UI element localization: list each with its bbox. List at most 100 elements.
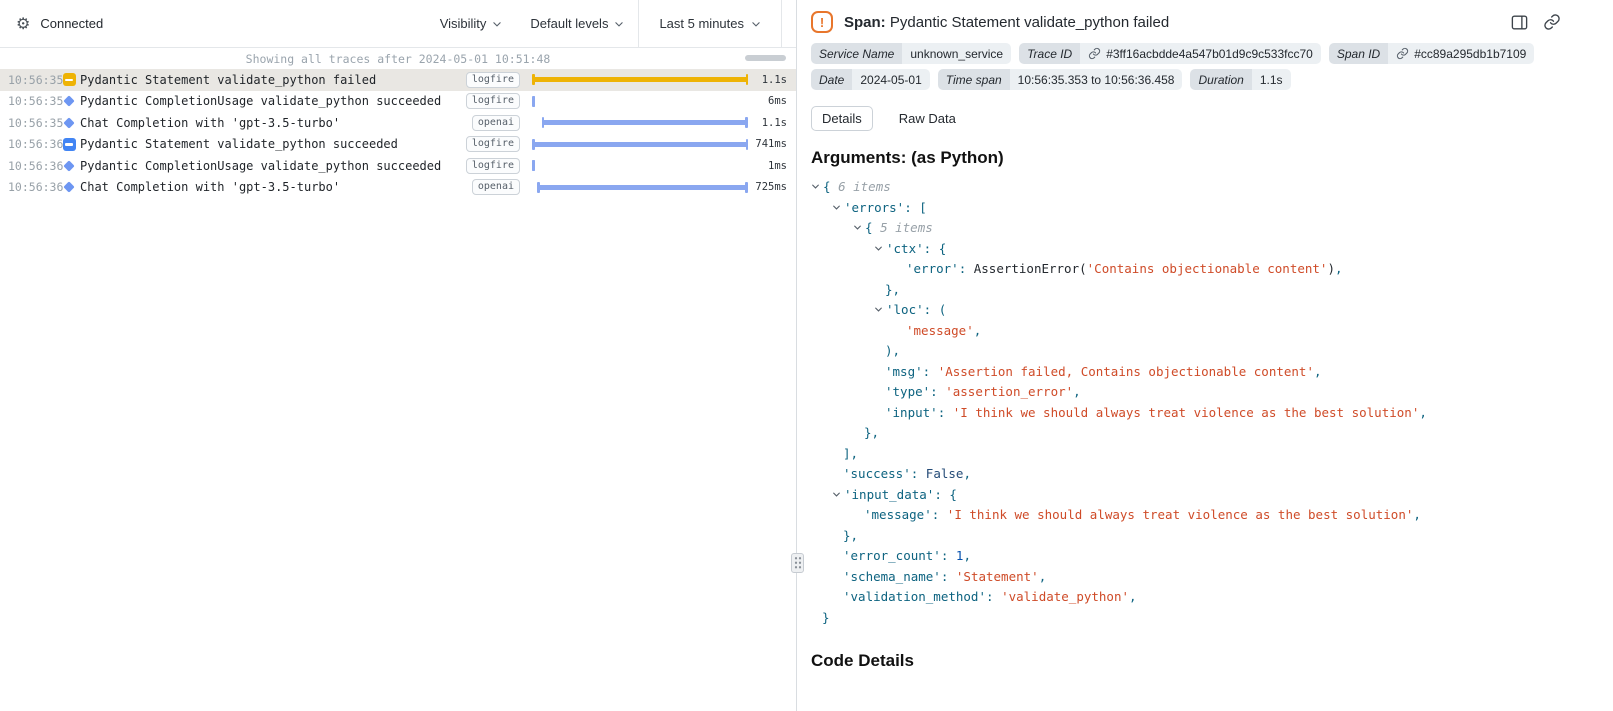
dock-panel-button[interactable] bbox=[1508, 11, 1530, 33]
meta-pill-value-text: 1.1s bbox=[1260, 73, 1283, 87]
time-range-label: Last 5 minutes bbox=[659, 16, 744, 31]
tab-raw-data[interactable]: Raw Data bbox=[889, 107, 966, 130]
trace-row[interactable]: 10:56:36 Pydantic CompletionUsage valida… bbox=[0, 155, 796, 177]
trace-row[interactable]: 10:56:35 Chat Completion with 'gpt-3.5-t… bbox=[0, 112, 796, 134]
meta-pill-value: #3ff16acbdde4a547b01d9c9c533fcc70 bbox=[1080, 43, 1321, 64]
panel-resize-handle[interactable] bbox=[791, 553, 804, 573]
detail-tabs: Details Raw Data bbox=[811, 106, 1613, 131]
trace-row-icon-slot[interactable] bbox=[58, 162, 80, 170]
span-title-prefix: Span: bbox=[844, 14, 886, 31]
meta-row-2: Date 2024-05-01 Time span 10:56:35.353 t… bbox=[811, 69, 1613, 90]
arguments-heading: Arguments: (as Python) bbox=[811, 148, 1589, 168]
collapse-chevron-icon[interactable] bbox=[874, 239, 886, 260]
code-details-heading: Code Details bbox=[811, 651, 1589, 671]
code-line: ), bbox=[811, 341, 1589, 362]
chevron-down-icon bbox=[614, 19, 624, 29]
meta-pill-value-text: 10:56:35.353 to 10:56:36.458 bbox=[1018, 73, 1175, 87]
trace-row-scope-badge: logfire bbox=[466, 136, 520, 152]
meta-pill-label: Duration bbox=[1190, 69, 1251, 90]
connected-label: Connected bbox=[40, 16, 103, 31]
meta-pill-value: unknown_service bbox=[902, 43, 1011, 64]
meta-pill-label: Span ID bbox=[1329, 43, 1388, 64]
trace-row[interactable]: 10:56:35 Pydantic Statement validate_pyt… bbox=[0, 69, 796, 91]
collapse-chevron-icon[interactable] bbox=[832, 485, 844, 506]
trace-row-icon-slot[interactable] bbox=[58, 183, 80, 191]
meta-row-1: Service Name unknown_service Trace ID #3… bbox=[811, 43, 1613, 64]
time-range-dropdown[interactable]: Last 5 minutes bbox=[638, 0, 782, 47]
meta-pill-value-text: #3ff16acbdde4a547b01d9c9c533fcc70 bbox=[1106, 47, 1313, 61]
visibility-label: Visibility bbox=[440, 16, 487, 31]
collapse-chevron-icon[interactable] bbox=[853, 218, 865, 239]
trace-row-label: Pydantic CompletionUsage validate_python… bbox=[80, 94, 466, 108]
toolbar-controls: Visibility Default levels Last 5 minutes bbox=[426, 0, 796, 47]
settings-gear-icon[interactable]: ⚙ bbox=[16, 14, 30, 34]
trace-row-icon-slot[interactable] bbox=[58, 73, 80, 86]
trace-row[interactable]: 10:56:36 Pydantic Statement validate_pyt… bbox=[0, 134, 796, 156]
meta-pill-label: Service Name bbox=[811, 43, 902, 64]
drag-grip-icon bbox=[794, 556, 802, 570]
tab-details[interactable]: Details bbox=[811, 106, 873, 131]
meta-pill: Duration 1.1s bbox=[1190, 69, 1290, 90]
trace-row[interactable]: 10:56:36 Chat Completion with 'gpt-3.5-t… bbox=[0, 177, 796, 199]
timeline-scrollbar[interactable] bbox=[745, 55, 786, 61]
chevron-down-icon bbox=[492, 19, 502, 29]
trace-row-scope-badge: logfire bbox=[466, 72, 520, 88]
trace-row-scope-badge: openai bbox=[472, 179, 520, 195]
trace-row-duration: 1.1s bbox=[748, 117, 796, 129]
meta-pill-label: Trace ID bbox=[1019, 43, 1080, 64]
collapse-chevron-icon[interactable] bbox=[811, 177, 823, 198]
code-line: }, bbox=[811, 526, 1589, 547]
trace-row-icon-slot[interactable] bbox=[58, 97, 80, 105]
warning-icon: ! bbox=[811, 11, 833, 33]
span-title: Span: Pydantic Statement validate_python… bbox=[844, 14, 1169, 31]
span-duration-bar bbox=[542, 120, 748, 125]
trace-row-label: Pydantic Statement validate_python succe… bbox=[80, 137, 466, 151]
showing-traces-status: Showing all traces after 2024-05-01 10:5… bbox=[246, 52, 551, 66]
span-duration-bar bbox=[532, 163, 535, 168]
code-line: 'type': 'assertion_error', bbox=[811, 382, 1589, 403]
code-line: 'error_count': 1, bbox=[811, 546, 1589, 567]
collapse-chevron-icon[interactable] bbox=[874, 300, 886, 321]
span-diamond-icon bbox=[63, 117, 74, 128]
code-line: 'message': 'I think we should always tre… bbox=[811, 505, 1589, 526]
visibility-dropdown[interactable]: Visibility bbox=[426, 0, 517, 47]
meta-pill[interactable]: Span ID #cc89a295db1b7109 bbox=[1329, 43, 1534, 64]
meta-pill-label: Date bbox=[811, 69, 852, 90]
panel-layout-icon bbox=[1510, 13, 1529, 32]
trace-row-time: 10:56:35 bbox=[0, 116, 58, 130]
trace-rows: 10:56:35 Pydantic Statement validate_pyt… bbox=[0, 69, 796, 198]
code-line: 'msg': 'Assertion failed, Contains objec… bbox=[811, 362, 1589, 383]
trace-row-scope-badge: logfire bbox=[466, 93, 520, 109]
trace-row-icon-slot[interactable] bbox=[58, 138, 80, 151]
trace-row-bar-track bbox=[532, 155, 748, 177]
code-line: 'ctx': { bbox=[811, 239, 1589, 260]
default-levels-label: Default levels bbox=[530, 16, 608, 31]
meta-pill-value-text: #cc89a295db1b7109 bbox=[1414, 47, 1526, 61]
trace-row-duration: 741ms bbox=[748, 138, 796, 150]
collapse-chevron-icon[interactable] bbox=[832, 198, 844, 219]
span-duration-bar bbox=[537, 185, 748, 190]
span-detail-panel: ! Span: Pydantic Statement validate_pyth… bbox=[797, 0, 1613, 711]
code-line: { 6 items bbox=[811, 177, 1589, 198]
trace-row-time: 10:56:35 bbox=[0, 94, 58, 108]
code-line: 'loc': ( bbox=[811, 300, 1589, 321]
trace-row[interactable]: 10:56:35 Pydantic CompletionUsage valida… bbox=[0, 91, 796, 113]
trace-row-icon-slot[interactable] bbox=[58, 119, 80, 127]
meta-pill[interactable]: Trace ID #3ff16acbdde4a547b01d9c9c533fcc… bbox=[1019, 43, 1321, 64]
code-line: } bbox=[811, 608, 1589, 629]
trace-row-duration: 725ms bbox=[748, 181, 796, 193]
app-root: ⚙ Connected Visibility Default levels La… bbox=[0, 0, 1613, 711]
trace-row-bar-track bbox=[532, 112, 748, 134]
span-duration-bar bbox=[532, 99, 535, 104]
trace-row-scope-badge: logfire bbox=[466, 158, 520, 174]
meta-pill-value-text: 2024-05-01 bbox=[860, 73, 921, 87]
code-line: 'message', bbox=[811, 321, 1589, 342]
meta-pill-value: 10:56:35.353 to 10:56:36.458 bbox=[1010, 69, 1183, 90]
code-line: 'input_data': { bbox=[811, 485, 1589, 506]
trace-row-label: Pydantic CompletionUsage validate_python… bbox=[80, 159, 466, 173]
span-diamond-icon bbox=[63, 96, 74, 107]
copy-link-button[interactable] bbox=[1541, 11, 1563, 33]
trace-row-bar-track bbox=[532, 69, 748, 91]
meta-pill: Service Name unknown_service bbox=[811, 43, 1011, 64]
default-levels-dropdown[interactable]: Default levels bbox=[516, 0, 638, 47]
